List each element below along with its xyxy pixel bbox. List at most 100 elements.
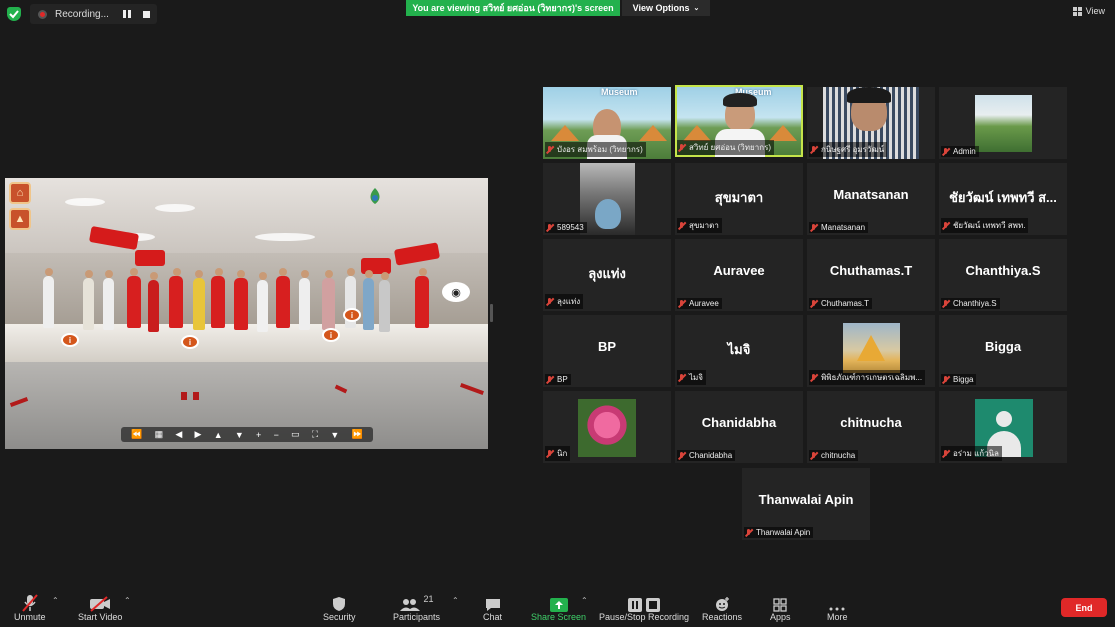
participant-name-label: 589543 [545, 222, 587, 233]
muted-mic-icon [678, 451, 686, 460]
participant-tile[interactable]: สุขมาตา สุขมาตา [675, 163, 803, 235]
participant-tile[interactable]: Thanwalai Apin Thanwalai Apin [742, 468, 870, 540]
participant-name-label: Admin [941, 146, 979, 157]
participant-tile[interactable]: 589543 [543, 163, 671, 235]
muted-mic-icon [810, 299, 818, 308]
gyro-icon[interactable]: ▼ [330, 430, 339, 440]
participants-button[interactable]: 21 Participants [393, 590, 440, 622]
participant-name-label: นิก [545, 446, 571, 461]
info-hotspot-icon[interactable]: i [61, 333, 79, 347]
participant-display-name: Auravee [713, 263, 765, 278]
zoom-out-icon[interactable]: − [274, 430, 279, 440]
stop-recording-icon[interactable] [143, 10, 150, 18]
participant-tile[interactable]: กนิษฐศรี อุมรวัฒน์ [807, 87, 935, 159]
share-screen-icon [549, 590, 568, 612]
floor-marker [9, 397, 29, 407]
participant-name-label: กนิษฐศรี อุมรวัฒน์ [809, 142, 888, 157]
right-arrow-icon[interactable]: ▶ [195, 429, 202, 440]
start-video-button[interactable]: Start Video [78, 590, 122, 622]
left-arrow-icon[interactable]: ◀ [175, 429, 182, 440]
thumbnails-icon[interactable]: ▦ [155, 429, 164, 440]
participant-tile[interactable]: ชัยวัฒน์ เทพทวี ส... ชัยวัฒน์ เทพทวี สพท… [939, 163, 1067, 235]
end-meeting-button[interactable]: End [1061, 598, 1107, 617]
ceiling-light [255, 233, 315, 241]
muted-mic-icon [810, 145, 818, 154]
muted-mic-icon [942, 299, 950, 308]
view-options-label: View Options [632, 3, 690, 13]
floor-marker [193, 392, 199, 400]
more-button[interactable]: More [827, 590, 848, 622]
viewing-screen-banner: You are viewing สวิทย์ ยศอ่อน (วิทยากร)'… [406, 0, 620, 16]
reactions-button[interactable]: Reactions [702, 590, 742, 622]
info-hotspot-icon[interactable]: i [322, 328, 340, 342]
participant-tile[interactable]: Auravee Auravee [675, 239, 803, 311]
apps-button[interactable]: Apps [770, 590, 791, 622]
menu-icon[interactable]: ▲ [9, 208, 31, 230]
participant-tile[interactable]: Chanidabha Chanidabha [675, 391, 803, 463]
resize-splitter[interactable] [490, 304, 493, 322]
rewind-icon[interactable]: ⏪ [131, 429, 142, 440]
grid-view-icon [1072, 6, 1082, 16]
participant-tile-active-speaker[interactable]: Museum สวิทย์ ยศอ่อน (วิทยากร) [675, 85, 803, 157]
participant-tile[interactable]: Bigga Bigga [939, 315, 1067, 387]
participant-tile[interactable]: BP BP [543, 315, 671, 387]
pause-stop-recording-button[interactable]: Pause/Stop Recording [599, 590, 689, 622]
participant-tile[interactable]: Museum บังอร สมพร้อม (วิทยากร) [543, 87, 671, 159]
muted-mic-icon [678, 143, 686, 152]
muted-mic-icon [546, 375, 554, 384]
participant-tile[interactable]: Chanthiya.S Chanthiya.S [939, 239, 1067, 311]
info-hotspot-icon[interactable]: i [343, 308, 361, 322]
participant-tile[interactable]: Manatsanan Manatsanan [807, 163, 935, 235]
up-arrow-icon[interactable]: ▲ [214, 430, 223, 440]
participant-tile[interactable]: ไมจิ ไมจิ [675, 315, 803, 387]
mic-muted-icon [21, 590, 38, 612]
participant-tile[interactable]: นิก [543, 391, 671, 463]
chat-button[interactable]: Chat [483, 590, 502, 622]
share-screen-label: Share Screen [531, 612, 587, 622]
video-camera-icon[interactable]: ◉ [442, 282, 470, 302]
fullscreen-icon[interactable]: ⛶ [312, 429, 318, 440]
view-options-button[interactable]: View Options ⌄ [622, 0, 710, 16]
participant-tile[interactable]: ลุงแท่ง ลุงแท่ง [543, 239, 671, 311]
participant-display-name: BP [597, 339, 617, 354]
muted-mic-icon [810, 373, 818, 382]
pause-recording-icon[interactable] [123, 10, 131, 18]
fast-forward-icon[interactable]: ⏩ [352, 429, 363, 440]
participant-tile[interactable]: พิพิธภัณฑ์การเกษตรเฉลิมพ... [807, 315, 935, 387]
encryption-shield-icon[interactable] [7, 7, 21, 21]
down-arrow-icon[interactable]: ▼ [235, 430, 244, 440]
shared-screen[interactable]: ⌂ ▲ ◉ i i i i ⏪ ▦ ◀ ▶ ▲ ▼ + − ▭ ⛶ ▼ ⏩ [5, 178, 488, 449]
participant-display-name: Chanthiya.S [965, 263, 1041, 278]
info-hotspot-icon[interactable]: i [181, 335, 199, 349]
muted-mic-icon [678, 299, 686, 308]
participant-name-label: ชัยวัฒน์ เทพทวี สพท. [941, 218, 1029, 233]
pause-stop-recording-label: Pause/Stop Recording [599, 612, 690, 622]
participant-tile[interactable]: Chuthamas.T Chuthamas.T [807, 239, 935, 311]
participant-name-label: Auravee [677, 298, 722, 309]
participants-options-chevron-icon[interactable]: ⌃ [452, 596, 459, 605]
participant-display-name: Manatsanan [833, 187, 909, 202]
muted-mic-icon [942, 221, 950, 230]
participant-name-label: พิพิธภัณฑ์การเกษตรเฉลิมพ... [809, 370, 926, 385]
more-label: More [827, 612, 848, 622]
unmute-button[interactable]: Unmute [14, 590, 46, 622]
share-options-chevron-icon[interactable]: ⌃ [581, 596, 588, 605]
vr-icon[interactable]: ▭ [291, 429, 300, 440]
audio-options-chevron-icon[interactable]: ⌃ [52, 596, 59, 605]
video-options-chevron-icon[interactable]: ⌃ [124, 596, 131, 605]
participant-tile[interactable]: chitnucha chitnucha [807, 391, 935, 463]
view-button[interactable]: View [1072, 6, 1105, 16]
participant-name-label: Chanthiya.S [941, 298, 1000, 309]
floor-marker [181, 392, 187, 400]
share-screen-button[interactable]: Share Screen [531, 590, 586, 622]
participant-name-label: สวิทย์ ยศอ่อน (วิทยากร) [677, 140, 775, 155]
participant-profile-picture [975, 95, 1032, 152]
participant-name-label: ลุงแท่ง [545, 294, 584, 309]
participant-tile[interactable]: อร่าม แก้วนิล [939, 391, 1067, 463]
zoom-in-icon[interactable]: + [256, 430, 261, 440]
security-button[interactable]: Security [323, 590, 356, 622]
home-icon[interactable]: ⌂ [9, 182, 31, 204]
participant-tile[interactable]: Admin [939, 87, 1067, 159]
participants-label: Participants [393, 612, 441, 622]
participant-name-label: อร่าม แก้วนิล [941, 446, 1002, 461]
